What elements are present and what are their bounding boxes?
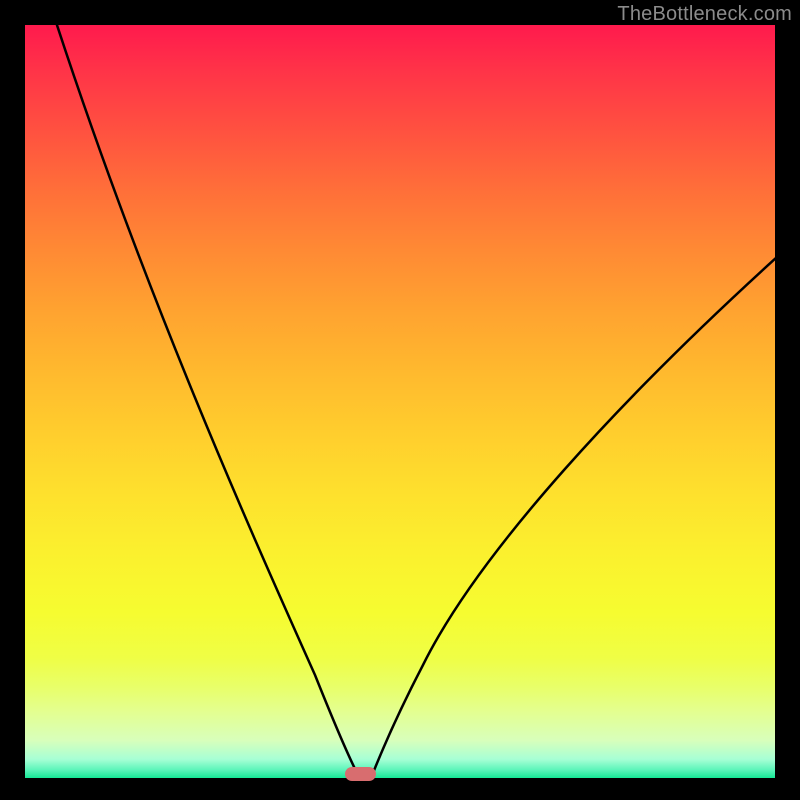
curve-left-branch xyxy=(55,25,357,773)
bottleneck-curve xyxy=(25,25,775,778)
chart-frame: TheBottleneck.com xyxy=(0,0,800,800)
curve-right-branch xyxy=(373,257,775,773)
watermark-text: TheBottleneck.com xyxy=(617,3,792,26)
minimum-marker xyxy=(345,767,376,781)
